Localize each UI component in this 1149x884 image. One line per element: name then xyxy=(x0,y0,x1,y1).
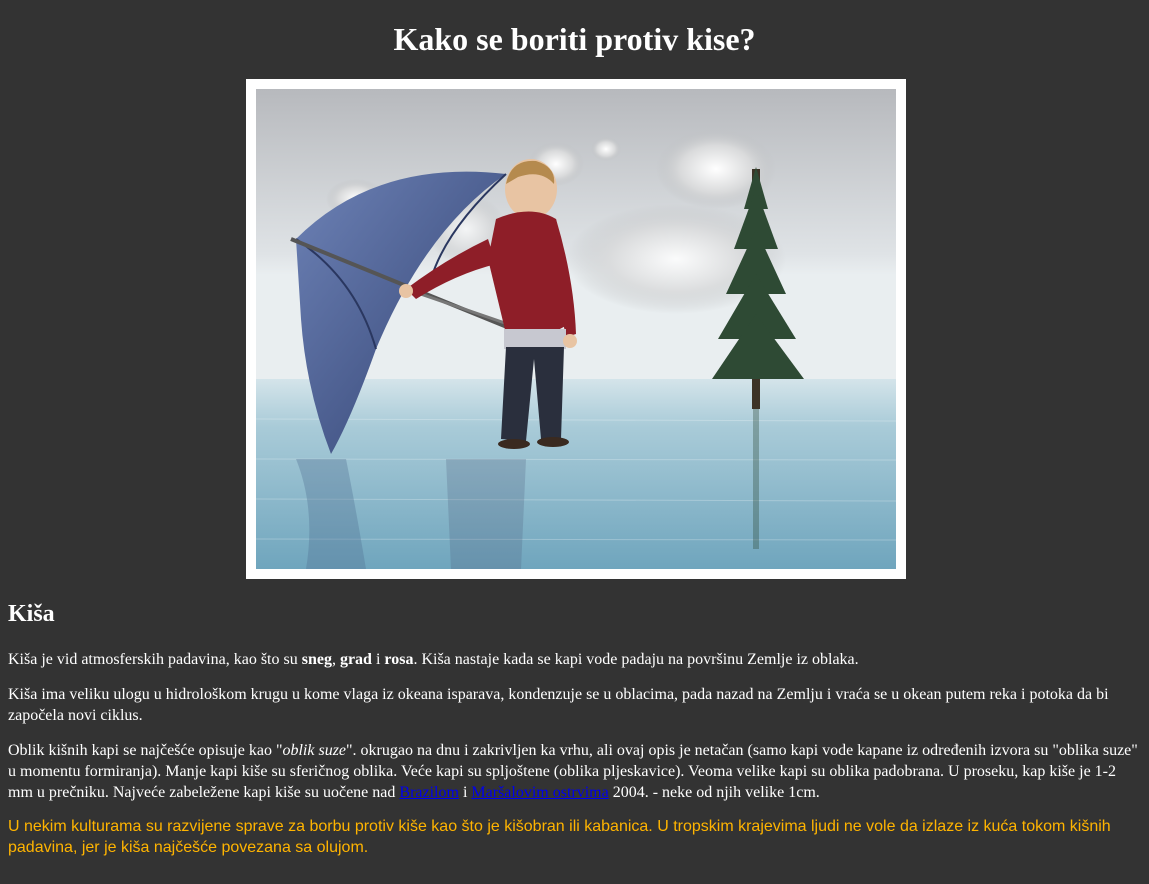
page: Kako se boriti protiv kise? Kiša Kiša je… xyxy=(0,0,1149,884)
p1-text-3: i xyxy=(371,651,385,668)
paragraph-definition: Kiša je vid atmosferskih padavina, kao š… xyxy=(8,649,1141,670)
p3-text-1: Oblik kišnih kapi se najčešće opisuje ka… xyxy=(8,742,283,759)
paragraph-hydrology: Kiša ima veliku ulogu u hidrološkom krug… xyxy=(8,686,1109,724)
section-heading: Kiša xyxy=(8,601,55,627)
page-title: Kako se boriti protiv kise? xyxy=(393,21,756,57)
link-marshall-islands[interactable]: Maršalovim ostrvima xyxy=(471,784,608,801)
paragraph-culture: U nekim kulturama su razvijene sprave za… xyxy=(8,818,1111,856)
boy-umbrella-photo xyxy=(256,89,896,569)
p1-text-1: Kiša je vid atmosferskih padavina, kao š… xyxy=(8,651,302,668)
p1-text-4: . Kiša nastaje kada se kapi vode padaju … xyxy=(413,651,859,668)
photo-frame xyxy=(246,79,906,579)
p1-bold-rosa: rosa xyxy=(384,651,414,668)
p3-text-3: i xyxy=(458,784,472,801)
p3-text-4: 2004. - neke od njih velike 1cm. xyxy=(608,784,820,801)
p1-text-2: , xyxy=(331,651,340,668)
p3-italic: oblik suze xyxy=(282,742,347,759)
p1-bold-sneg: sneg xyxy=(301,651,332,668)
paragraph-drop-shape: Oblik kišnih kapi se najčešće opisuje ka… xyxy=(8,740,1141,803)
link-brazil[interactable]: Brazilom xyxy=(399,784,459,801)
p1-bold-grad: grad xyxy=(339,651,372,668)
